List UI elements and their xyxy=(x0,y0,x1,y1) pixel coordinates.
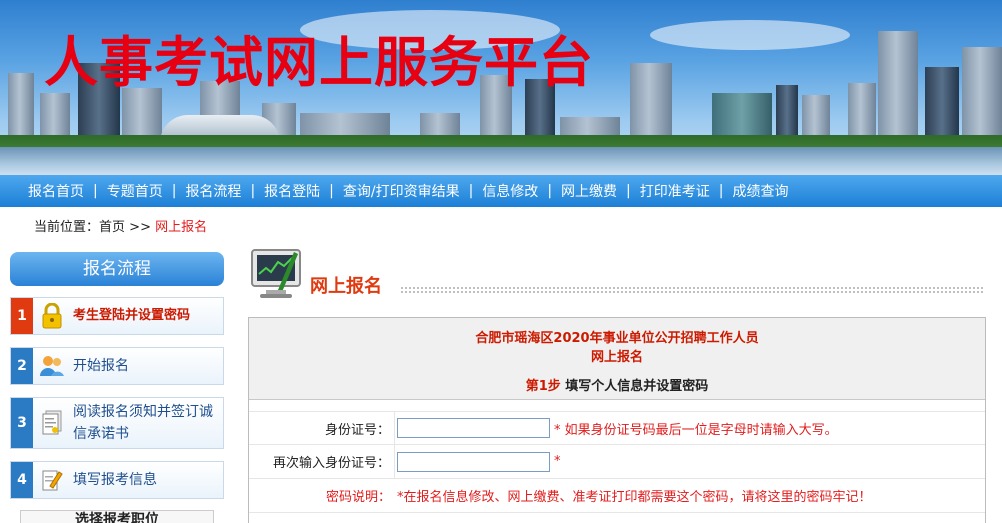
password-note-label: 密码说明： xyxy=(325,490,391,505)
form-row-id-confirm: 再次输入身份证号： * xyxy=(249,445,985,479)
top-nav: 报名首页 | 专题首页 | 报名流程 | 报名登陆 | 查询/打印资审结果 | … xyxy=(0,175,1002,207)
monitor-icon xyxy=(248,246,304,304)
nav-separator: | xyxy=(171,183,177,199)
id-number-input[interactable] xyxy=(397,418,550,438)
nav-item-score[interactable]: 成绩查询 xyxy=(732,181,788,201)
nav-separator: | xyxy=(329,183,334,199)
form-row-password-note: 密码说明： *在报名信息修改、网上缴费、准考证打印都需要这个密码，请将这里的密码… xyxy=(249,479,985,513)
nav-item-payment[interactable]: 网上缴费 xyxy=(561,181,617,201)
section-header: 网上报名 xyxy=(248,246,988,300)
sidebar-step-5[interactable]: 选择报考职位 xyxy=(20,510,214,523)
id-number-hint: * 如果身份证号码最后一位是字母时请输入大写。 xyxy=(554,422,838,438)
step-number: 4 xyxy=(11,462,33,498)
breadcrumb-home-link[interactable]: 首页 xyxy=(99,220,125,235)
nav-item-review-result[interactable]: 查询/打印资审结果 xyxy=(343,181,460,201)
sidebar-step-2[interactable]: 2 开始报名 xyxy=(10,347,224,385)
nav-item-admission-ticket[interactable]: 打印准考证 xyxy=(640,181,710,201)
nav-separator: | xyxy=(718,183,724,199)
nav-item-process[interactable]: 报名流程 xyxy=(185,181,241,201)
nav-separator: | xyxy=(468,183,474,199)
step-label: 考生登陆并设置密码 xyxy=(73,308,191,323)
step-label: 开始报名 xyxy=(73,358,129,374)
nav-item-login[interactable]: 报名登陆 xyxy=(264,181,320,201)
document-icon xyxy=(39,410,65,436)
breadcrumb-prefix: 当前位置： xyxy=(34,220,100,235)
exam-title: 合肥市瑶海区2020年事业单位公开招聘工作人员 xyxy=(475,331,759,346)
step-prefix: 第1步 xyxy=(525,379,561,394)
id-confirm-input[interactable] xyxy=(397,451,550,472)
current-step: 第1步 填写个人信息并设置密码 xyxy=(249,375,985,394)
step-label: 阅读报名须知并签订诚信承诺书 xyxy=(73,404,213,442)
edit-icon xyxy=(39,467,65,493)
step-label: 填写报考信息 xyxy=(73,472,157,488)
sidebar-step-3[interactable]: 3 阅读报名须知并签订诚信承诺书 xyxy=(10,397,224,449)
id-confirm-label: 再次输入身份证号： xyxy=(249,445,395,478)
sidebar-step-1[interactable]: 1 考生登陆并设置密码 xyxy=(10,297,224,335)
breadcrumb-arrow: >> xyxy=(129,220,151,235)
id-number-label: 身份证号： xyxy=(249,412,395,444)
section-title: 网上报名 xyxy=(310,276,382,297)
step-number: 1 xyxy=(11,298,33,334)
nav-item-topic-home[interactable]: 专题首页 xyxy=(107,181,163,201)
step-label: 选择报考职位 xyxy=(75,512,159,523)
sidebar-step-4[interactable]: 4 填写报考信息 xyxy=(10,461,224,499)
lock-icon xyxy=(39,303,65,329)
breadcrumb-current: 网上报名 xyxy=(155,220,208,235)
sidebar-heading: 报名流程 xyxy=(10,252,224,286)
nav-item-home[interactable]: 报名首页 xyxy=(28,181,84,201)
step-text: 填写个人信息并设置密码 xyxy=(565,379,709,394)
users-icon xyxy=(39,353,65,379)
registration-panel: 合肥市瑶海区2020年事业单位公开招聘工作人员 网上报名 第1步 填写个人信息并… xyxy=(248,317,986,523)
nav-separator: | xyxy=(547,183,553,199)
password-note-text: *在报名信息修改、网上缴费、准考证打印都需要这个密码，请将这里的密码牢记！ xyxy=(397,490,872,505)
exam-subtitle: 网上报名 xyxy=(590,350,643,365)
nav-separator: | xyxy=(250,183,256,199)
step-number: 2 xyxy=(11,348,33,384)
header-banner: 人事考试网上服务平台 xyxy=(0,0,1002,175)
nav-separator: | xyxy=(626,183,631,199)
breadcrumb: 当前位置：首页 >> 网上报名 xyxy=(34,216,207,235)
nav-item-edit-info[interactable]: 信息修改 xyxy=(482,181,538,201)
nav-separator: | xyxy=(93,183,98,199)
section-divider xyxy=(400,286,985,294)
site-title: 人事考试网上服务平台 xyxy=(44,30,594,94)
form-row-id: 身份证号： * 如果身份证号码最后一位是字母时请输入大写。 xyxy=(249,411,985,445)
step-number: 3 xyxy=(11,398,33,448)
id-confirm-required-mark: * xyxy=(554,454,561,469)
panel-header: 合肥市瑶海区2020年事业单位公开招聘工作人员 网上报名 第1步 填写个人信息并… xyxy=(249,318,985,400)
